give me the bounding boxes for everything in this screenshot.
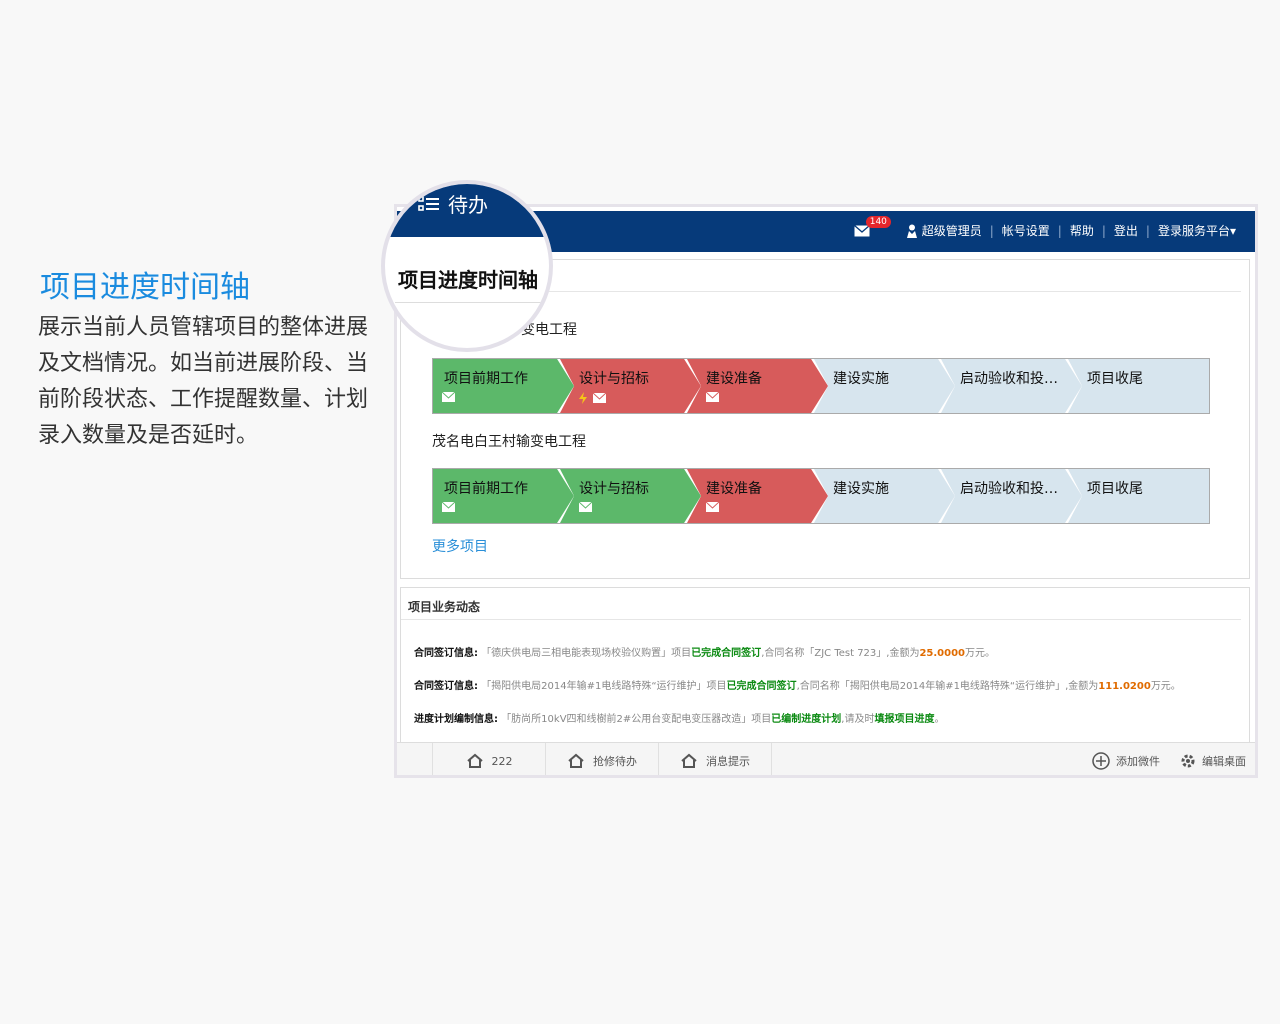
user-name: 超级管理员 (921, 224, 982, 238)
user-icon (906, 224, 917, 238)
stage-step[interactable]: 启动验收和投… (941, 469, 1082, 523)
taskbar-item[interactable]: 消息提示 (658, 743, 771, 775)
account-settings-link[interactable]: 帐号设置 (1002, 222, 1050, 239)
mail-icon (442, 502, 455, 512)
home-icon (681, 753, 697, 768)
home-icon (568, 753, 584, 768)
stage-step[interactable]: 设计与招标 (560, 359, 701, 413)
stage-step[interactable]: 建设实施 (814, 469, 955, 523)
feature-description: 展示当前人员管辖项目的整体进展及文档情况。如当前进展阶段、当前阶段状态、工作提醒… (38, 315, 369, 448)
user-menu[interactable]: 超级管理员 (906, 222, 982, 239)
todo-tab-label: 待办 (448, 193, 488, 217)
taskbar-item[interactable]: 抢修待办 (545, 743, 658, 775)
mail-button[interactable]: 140 (853, 215, 891, 237)
add-widget-button[interactable]: 添加微件 (1092, 743, 1160, 775)
todo-tab[interactable]: 待办 (418, 189, 488, 218)
project-timeline-1: 项目前期工作 设计与招标 建设准备 建设实施 启动验收和投… 项目收尾 (432, 358, 1210, 414)
feature-title: 项目进度时间轴 (40, 270, 250, 305)
stage-step[interactable]: 项目收尾 (1068, 359, 1209, 413)
mail-icon (706, 392, 719, 402)
edit-desktop-button[interactable]: 编辑桌面 (1180, 743, 1246, 775)
project-name[interactable]: 茂名电白王村输变电工程 (432, 431, 586, 451)
magnifier-callout: 待办 项目进度时间轴 (381, 180, 553, 352)
gear-icon (1181, 754, 1195, 768)
list-icon (418, 195, 439, 211)
news-card-title: 项目业务动态 (408, 600, 481, 614)
lightning-icon (579, 392, 587, 404)
stage-step[interactable]: 项目收尾 (1068, 469, 1209, 523)
project-timeline-2: 项目前期工作 设计与招标 建设准备 建设实施 启动验收和投… 项目收尾 (432, 468, 1210, 524)
news-item[interactable]: 合同签订信息: 「揭阳供电局2014年输#1电线路特殊“运行维护」项目已完成合同… (414, 677, 1181, 692)
stage-step[interactable]: 项目前期工作 (433, 469, 574, 523)
project-news-card: 项目业务动态 合同签订信息: 「德庆供电局三相电能表现场校验仪购置」项目已完成合… (400, 587, 1250, 744)
stage-step[interactable]: 项目前期工作 (433, 359, 574, 413)
mail-icon (706, 502, 719, 512)
taskbar-item[interactable]: 222 (432, 743, 545, 775)
platform-dropdown[interactable]: 登录服务平台▾ (1158, 222, 1236, 239)
stage-step[interactable]: 建设准备 (687, 469, 828, 523)
mail-icon (579, 502, 592, 512)
help-link[interactable]: 帮助 (1070, 222, 1094, 239)
stage-step[interactable]: 建设实施 (814, 359, 955, 413)
timeline-card-title: 项目进度时间轴 (398, 268, 538, 292)
stage-step[interactable]: 设计与招标 (560, 469, 701, 523)
mail-count-badge: 140 (865, 215, 891, 228)
more-projects-link[interactable]: 更多项目 (432, 536, 488, 556)
taskbar-item[interactable]: 2 (397, 743, 431, 775)
news-item[interactable]: 进度计划编制信息: 「肪尚所10kV四和线樹前2#公用台变配电变压器改造」项目已… (414, 710, 944, 725)
logout-link[interactable]: 登出 (1114, 222, 1138, 239)
bottom-taskbar: 2 222 抢修待办 消息提示 添加微件 编辑桌面 (397, 742, 1255, 775)
mail-icon (442, 392, 455, 402)
mail-icon (593, 393, 606, 403)
news-item[interactable]: 合同签订信息: 「德庆供电局三相电能表现场校验仪购置」项目已完成合同签订,合同名… (414, 644, 995, 659)
home-icon (466, 753, 483, 768)
plus-circle-icon (1092, 752, 1110, 770)
stage-step[interactable]: 建设准备 (687, 359, 828, 413)
stage-step[interactable]: 启动验收和投… (941, 359, 1082, 413)
